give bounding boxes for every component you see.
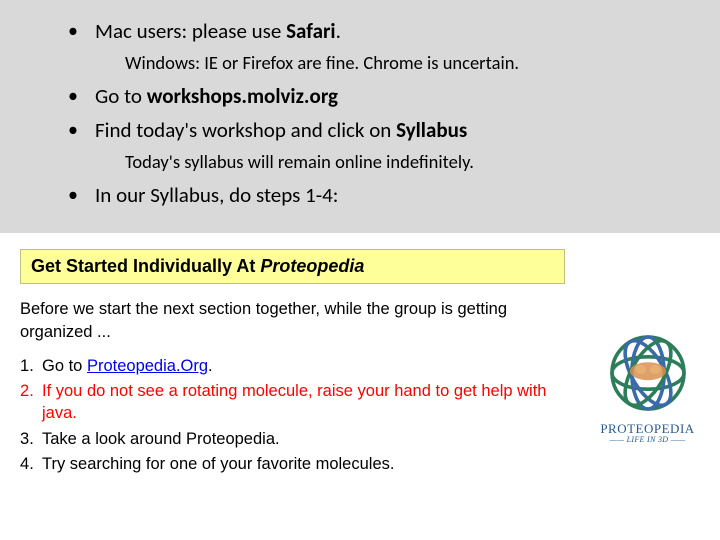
italic-text: Proteopedia [260, 256, 364, 276]
steps-panel: Get Started Individually At Proteopedia … [0, 233, 720, 488]
section-heading-box: Get Started Individually At Proteopedia [20, 249, 565, 284]
text: Find today's workshop and click on [95, 117, 396, 143]
bold-text: Safari [286, 18, 335, 44]
bullet-item: Find today's workshop and click on Sylla… [30, 117, 690, 144]
bullet-item: In our Syllabus, do steps 1-4: [30, 182, 690, 209]
text: . [336, 18, 341, 44]
steps-list: Go to Proteopedia.Org. If you do not see… [20, 355, 580, 475]
sub-note: Windows: IE or Firefox are fine. Chrome … [30, 51, 690, 75]
bullet-item: Mac users: please use Safari. [30, 18, 690, 45]
proteopedia-logo: PROTEOPEDIA —— LIFE IN 3D —— [595, 328, 700, 444]
bullet-list: Mac users: please use Safari. Windows: I… [30, 18, 690, 209]
globe-icon [603, 328, 693, 418]
logo-name: PROTEOPEDIA [595, 422, 700, 435]
text: Mac users: please use [95, 18, 286, 44]
text: . [208, 357, 213, 375]
bullet-item: Go to workshops.molviz.org [30, 83, 690, 110]
sub-note: Today's syllabus will remain online inde… [30, 150, 690, 174]
step-item: Go to Proteopedia.Org. [20, 355, 580, 377]
bold-text: workshops.molviz.org [147, 83, 338, 109]
instructions-panel: Mac users: please use Safari. Windows: I… [0, 0, 720, 233]
text: LIFE IN 3D [627, 435, 669, 444]
text: In our Syllabus, do steps 1-4: [95, 182, 338, 208]
logo-tagline: —— LIFE IN 3D —— [595, 435, 700, 444]
proteopedia-link[interactable]: Proteopedia.Org [87, 357, 208, 375]
text: Go to [42, 357, 87, 375]
bold-text: Syllabus [396, 117, 467, 143]
text: Get Started Individually At [31, 256, 260, 276]
section-heading: Get Started Individually At Proteopedia [31, 256, 364, 276]
intro-text: Before we start the next section togethe… [20, 298, 540, 343]
text: Go to [95, 83, 147, 109]
step-item-warning: If you do not see a rotating molecule, r… [20, 380, 580, 425]
step-item: Try searching for one of your favorite m… [20, 453, 580, 475]
step-item: Take a look around Proteopedia. [20, 428, 580, 450]
